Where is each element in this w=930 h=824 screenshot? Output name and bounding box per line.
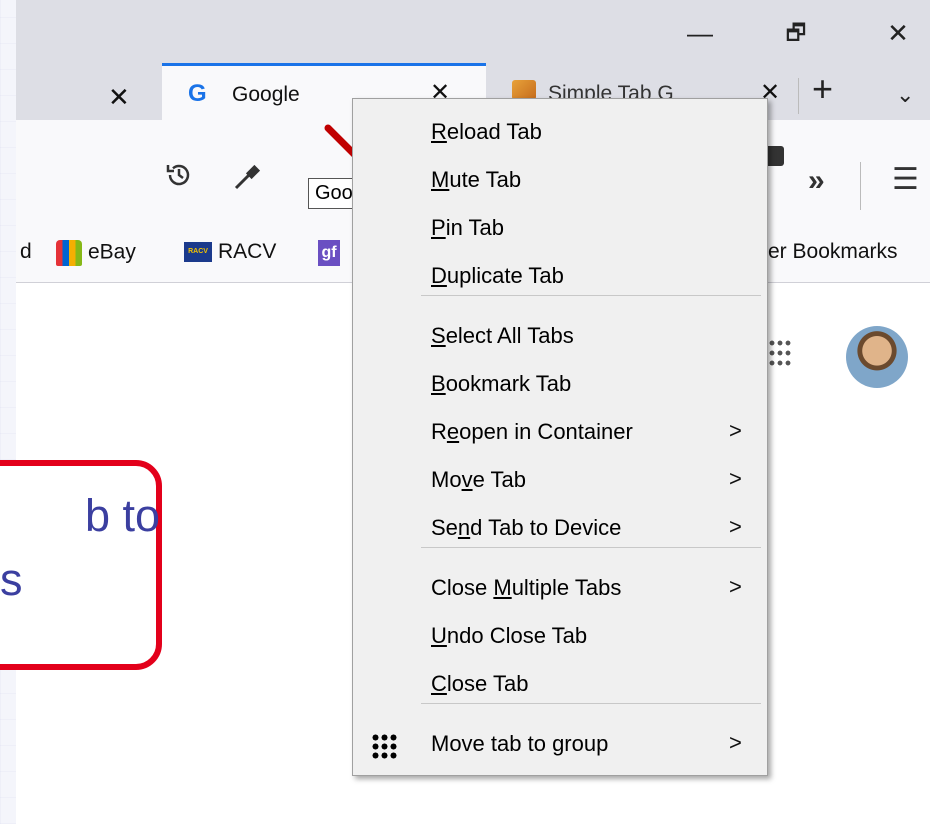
tab-close-icon[interactable]: ✕ xyxy=(108,82,130,113)
menu-item-label: Pin Tab xyxy=(431,215,504,240)
menu-item[interactable]: Reopen in Container > xyxy=(353,409,767,455)
menu-item-label: Mute Tab xyxy=(431,167,522,192)
menu-item[interactable]: Close Tab xyxy=(353,661,767,707)
menu-item-label: Bookmark Tab xyxy=(431,371,572,396)
menu-item[interactable]: Reload Tab xyxy=(353,109,767,155)
menu-item-label: Reopen in Container xyxy=(431,419,633,444)
menu-item[interactable]: Pin Tab xyxy=(353,205,767,251)
bookmark-racv[interactable]: RACV RACV xyxy=(184,240,276,264)
ebay-icon xyxy=(56,240,82,266)
list-all-tabs-button[interactable]: ⌄ xyxy=(896,82,914,108)
bookmark-partial[interactable]: d xyxy=(20,240,32,264)
menu-item-label: Close Multiple Tabs xyxy=(431,575,622,600)
menu-item-label: Move Tab xyxy=(431,467,526,492)
eyedropper-icon[interactable] xyxy=(232,162,262,199)
menu-item[interactable]: Undo Close Tab xyxy=(353,613,767,659)
menu-item[interactable]: Mute Tab xyxy=(353,157,767,203)
callout-text: b to s xyxy=(0,484,164,612)
new-tab-button[interactable]: + xyxy=(812,68,833,110)
menu-item-label: Select All Tabs xyxy=(431,323,574,348)
menu-item[interactable]: Move Tab > xyxy=(353,457,767,503)
menu-item-label: Undo Close Tab xyxy=(431,623,588,648)
menu-item-label: Move tab to group xyxy=(431,731,609,756)
overflow-menu-button[interactable]: » xyxy=(808,164,825,198)
history-icon[interactable] xyxy=(164,160,194,197)
divider xyxy=(860,162,861,210)
submenu-arrow-icon: > xyxy=(729,418,742,443)
menu-item[interactable]: Move tab to group > xyxy=(353,721,767,767)
menu-separator xyxy=(421,547,761,548)
avatar[interactable] xyxy=(846,326,908,388)
divider xyxy=(798,78,799,114)
menu-item[interactable]: Select All Tabs xyxy=(353,313,767,359)
callout-line: b to xyxy=(84,490,160,541)
menu-separator xyxy=(421,703,761,704)
bookmark-ebay[interactable]: eBay xyxy=(56,240,136,266)
grid-icon xyxy=(371,733,397,759)
menu-item-label: Close Tab xyxy=(431,671,529,696)
submenu-arrow-icon: > xyxy=(729,466,742,491)
submenu-arrow-icon: > xyxy=(729,730,742,755)
tab-title: Google xyxy=(232,83,300,106)
menu-item[interactable]: Bookmark Tab xyxy=(353,361,767,407)
menu-item-label: Send Tab to Device xyxy=(431,515,622,540)
other-bookmarks[interactable]: er Bookmarks xyxy=(768,240,898,264)
menu-item[interactable]: Close Multiple Tabs > xyxy=(353,565,767,611)
tab-context-menu: Reload Tab Mute Tab Pin Tab Duplicate Tab Se… xyxy=(352,98,768,776)
google-favicon-icon: G xyxy=(188,80,207,107)
menu-item-label: Reload Tab xyxy=(431,119,542,144)
bookmark-label: RACV xyxy=(218,240,277,263)
minimize-button[interactable]: — xyxy=(680,14,720,52)
menu-separator xyxy=(421,295,761,296)
submenu-arrow-icon: > xyxy=(729,514,742,539)
menu-item[interactable]: Duplicate Tab xyxy=(353,253,767,299)
racv-icon: RACV xyxy=(184,242,212,263)
bookmark-gf[interactable]: gf xyxy=(318,240,340,266)
callout-line: s xyxy=(0,554,23,605)
google-apps-icon[interactable] xyxy=(768,338,792,368)
extension-favicon-icon xyxy=(512,80,536,100)
bookmark-label: eBay xyxy=(88,240,136,264)
restore-button[interactable]: 🗗 xyxy=(776,14,816,52)
submenu-arrow-icon: > xyxy=(729,574,742,599)
close-window-button[interactable]: ✕ xyxy=(878,14,918,52)
gf-icon: gf xyxy=(318,240,340,266)
menu-item-label: Duplicate Tab xyxy=(431,263,564,288)
menu-item[interactable]: Send Tab to Device > xyxy=(353,505,767,551)
hamburger-menu-button[interactable]: ☰ xyxy=(892,162,919,197)
